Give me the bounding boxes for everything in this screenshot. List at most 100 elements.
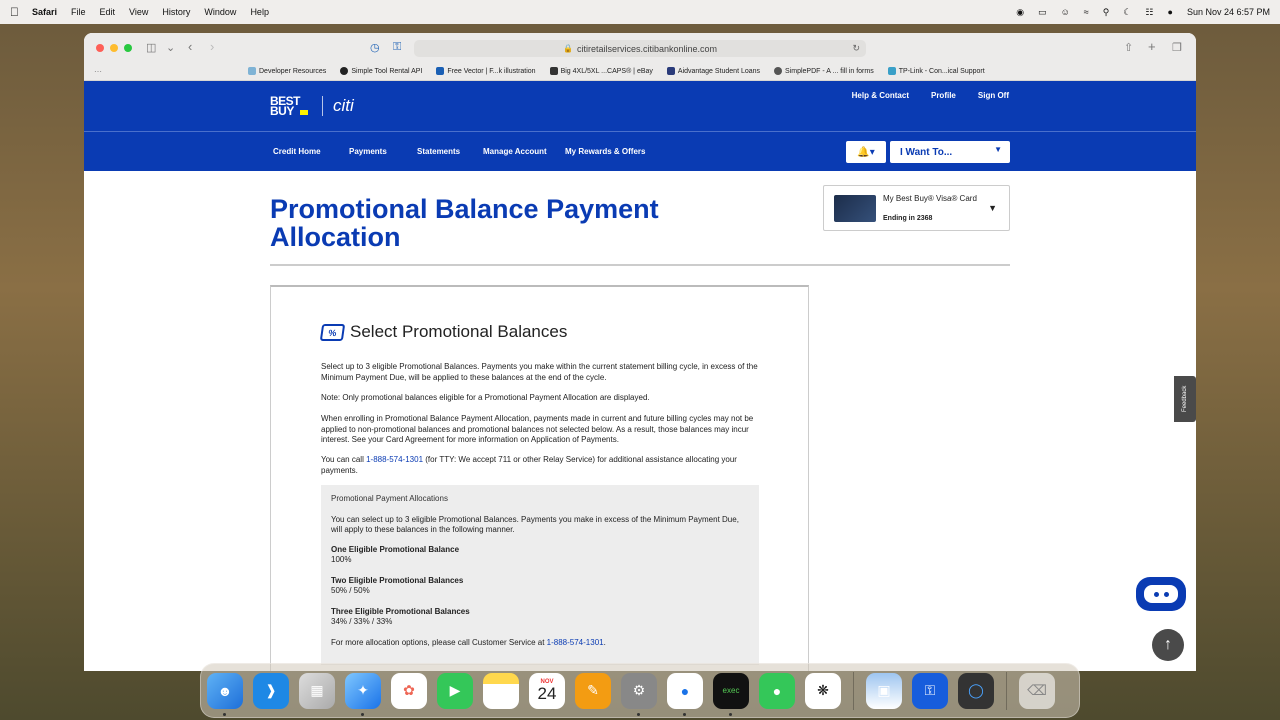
share-icon[interactable]: ⇧ bbox=[1124, 41, 1133, 54]
one-balance-label: One Eligible Promotional Balance bbox=[331, 545, 460, 554]
finder-icon[interactable]: ☻ bbox=[207, 672, 243, 716]
chatbot-icon bbox=[1144, 585, 1178, 603]
bell-icon: 🔔▾ bbox=[857, 146, 875, 158]
search-icon[interactable]: ⚲ bbox=[1103, 7, 1110, 18]
extension-icon[interactable]: ◷ bbox=[370, 41, 380, 54]
photos-icon[interactable]: ✿ bbox=[391, 672, 427, 709]
bookmark-item[interactable]: Developer Resources bbox=[248, 67, 326, 75]
bookmark-item[interactable]: Aidvantage Student Loans bbox=[666, 67, 760, 75]
user-icon[interactable]: ☺ bbox=[1061, 7, 1070, 17]
enrollment-paragraph: When enrolling in Promotional Balance Pa… bbox=[321, 414, 754, 444]
citi-logo: citi bbox=[333, 96, 354, 115]
menu-help[interactable]: Help bbox=[250, 7, 269, 17]
chatgpt-icon[interactable]: ❋ bbox=[805, 672, 841, 709]
i-want-to-dropdown[interactable]: I Want To... ▼ bbox=[890, 141, 1010, 163]
nav-statements[interactable]: Statements bbox=[417, 147, 483, 156]
terminal-icon[interactable]: exec bbox=[713, 672, 749, 716]
bestbuy-citi-logo[interactable]: BEST BUY citi bbox=[270, 94, 354, 118]
focus-moon-icon[interactable]: ☾ bbox=[1123, 7, 1131, 18]
vscode-icon[interactable]: ❱ bbox=[253, 672, 289, 709]
minimize-window-icon[interactable] bbox=[110, 44, 118, 52]
dock-divider bbox=[853, 671, 854, 710]
menu-file[interactable]: File bbox=[71, 7, 86, 17]
sign-off-link[interactable]: Sign Off bbox=[978, 91, 1009, 100]
arrow-up-icon: ↑ bbox=[1164, 636, 1172, 653]
preview-icon[interactable]: ▣ bbox=[866, 672, 902, 709]
scroll-to-top-button[interactable]: ↑ bbox=[1152, 629, 1184, 661]
menu-edit[interactable]: Edit bbox=[100, 7, 116, 17]
call-paragraph: You can call 1-888-574-1301 (for TTY: We… bbox=[321, 455, 737, 475]
zoom-window-icon[interactable] bbox=[124, 44, 132, 52]
wifi-icon[interactable]: ≈ bbox=[1084, 7, 1089, 17]
system-settings-icon[interactable]: ⚙ bbox=[621, 672, 657, 716]
profile-link[interactable]: Profile bbox=[931, 91, 956, 100]
apple-icon[interactable]:  bbox=[10, 5, 32, 19]
url-text: citiretailservices.citibankonline.com bbox=[576, 43, 718, 54]
card-ending: Ending in 2368 bbox=[883, 215, 933, 222]
safari-icon[interactable]: ✦ bbox=[345, 672, 381, 716]
menu-history[interactable]: History bbox=[162, 7, 190, 17]
control-center-icon[interactable]: ☷ bbox=[1145, 7, 1153, 18]
dock-divider bbox=[1006, 671, 1007, 710]
bookmark-item[interactable]: Simple Tool Rental API bbox=[340, 67, 422, 75]
back-icon[interactable]: ‹ bbox=[188, 39, 192, 54]
bookmarks-grid-icon[interactable]: ⋯ bbox=[94, 67, 102, 76]
nav-manage-account[interactable]: Manage Account bbox=[483, 147, 565, 156]
quicktime-icon[interactable]: ◯ bbox=[958, 672, 994, 709]
launchpad-icon[interactable]: ▦ bbox=[299, 672, 335, 709]
address-bar[interactable]: 🔒 citiretailservices.citibankonline.com … bbox=[414, 40, 866, 57]
chevron-down-icon[interactable]: ⌄ bbox=[166, 41, 175, 54]
nav-payments[interactable]: Payments bbox=[349, 147, 417, 156]
messages-icon[interactable]: ● bbox=[759, 672, 795, 709]
facetime-icon[interactable]: ▶ bbox=[437, 672, 473, 709]
menu-view[interactable]: View bbox=[129, 7, 148, 17]
pages-icon[interactable]: ✎ bbox=[575, 672, 611, 709]
card-image bbox=[834, 195, 876, 222]
mac-dock: ☻ ❱ ▦ ✦ ✿ ▶ NOV 24 ✎ ⚙ ● exec ● ❋ ▣ ⚿ ◯ ⌫ bbox=[200, 663, 1080, 718]
chat-assistant-button[interactable] bbox=[1136, 577, 1186, 611]
menu-window[interactable]: Window bbox=[204, 7, 236, 17]
allocation-footer: For more allocation options, please call… bbox=[331, 638, 606, 647]
bestbuy-logo: BEST BUY bbox=[270, 94, 301, 118]
main-content: Promotional Balance Payment Allocation M… bbox=[84, 171, 1196, 671]
bitwarden-icon[interactable]: ⚿ bbox=[912, 672, 948, 709]
bookmark-item[interactable]: SimplePDF - A ... fill in forms bbox=[774, 67, 874, 75]
bookmark-item[interactable]: TP-Link - Con...ical Support bbox=[887, 67, 985, 75]
feedback-tab[interactable]: Feedback bbox=[1174, 376, 1196, 422]
allocation-intro: You can select up to 3 eligible Promotio… bbox=[331, 515, 739, 534]
help-contact-link[interactable]: Help & Contact bbox=[852, 91, 909, 100]
menubar-clock[interactable]: Sun Nov 24 6:57 PM bbox=[1187, 7, 1270, 17]
password-manager-icon[interactable]: ⚿ bbox=[393, 41, 401, 54]
nav-links: Credit Home Payments Statements Manage A… bbox=[273, 147, 645, 156]
forward-icon[interactable]: › bbox=[210, 39, 214, 54]
nav-credit-home[interactable]: Credit Home bbox=[273, 147, 349, 156]
browser-window: ◫ ⌄ ‹ › ◷ ⚿ 🔒 citiretailservices.citiban… bbox=[84, 33, 1196, 671]
lock-icon: 🔒 bbox=[562, 44, 573, 53]
siri-icon[interactable]: ● bbox=[1168, 7, 1173, 17]
calendar-icon[interactable]: NOV 24 bbox=[529, 672, 565, 709]
bookmark-item[interactable]: Big 4XL/5XL ...CAPS® | eBay bbox=[549, 67, 653, 75]
record-icon[interactable]: ◉ bbox=[1016, 7, 1024, 18]
messenger-icon[interactable]: ● bbox=[667, 672, 703, 716]
phone-link[interactable]: 1-888-574-1301 bbox=[547, 638, 604, 647]
nav-rewards-offers[interactable]: My Rewards & Offers bbox=[565, 147, 645, 156]
reload-icon[interactable]: ↻ bbox=[852, 43, 860, 54]
card-name: My Best Buy® Visa® Card bbox=[883, 194, 977, 203]
sidebar-toggle-icon[interactable]: ◫ bbox=[146, 41, 156, 54]
site-header: BEST BUY citi Help & Contact Profile Sig… bbox=[84, 81, 1196, 131]
card-selector[interactable]: My Best Buy® Visa® Card Ending in 2368 ▼ bbox=[823, 185, 1010, 231]
tab-overview-icon[interactable]: ❐ bbox=[1172, 41, 1182, 54]
phone-link[interactable]: 1-888-574-1301 bbox=[366, 455, 423, 464]
battery-icon[interactable]: ▭ bbox=[1038, 7, 1047, 18]
notifications-button[interactable]: 🔔▾ bbox=[846, 141, 886, 163]
notes-icon[interactable] bbox=[483, 672, 519, 709]
new-tab-icon[interactable]: + bbox=[1148, 39, 1156, 54]
trash-icon[interactable]: ⌫ bbox=[1019, 672, 1055, 709]
close-window-icon[interactable] bbox=[96, 44, 104, 52]
i-want-to-label: I Want To... bbox=[900, 146, 953, 158]
title-divider bbox=[270, 264, 1010, 266]
note-paragraph: Note: Only promotional balances eligible… bbox=[321, 393, 650, 402]
menu-app-name[interactable]: Safari bbox=[32, 7, 57, 17]
bookmark-item[interactable]: Free Vector | F...k illustration bbox=[436, 67, 536, 75]
section-title: Select Promotional Balances bbox=[350, 322, 568, 341]
